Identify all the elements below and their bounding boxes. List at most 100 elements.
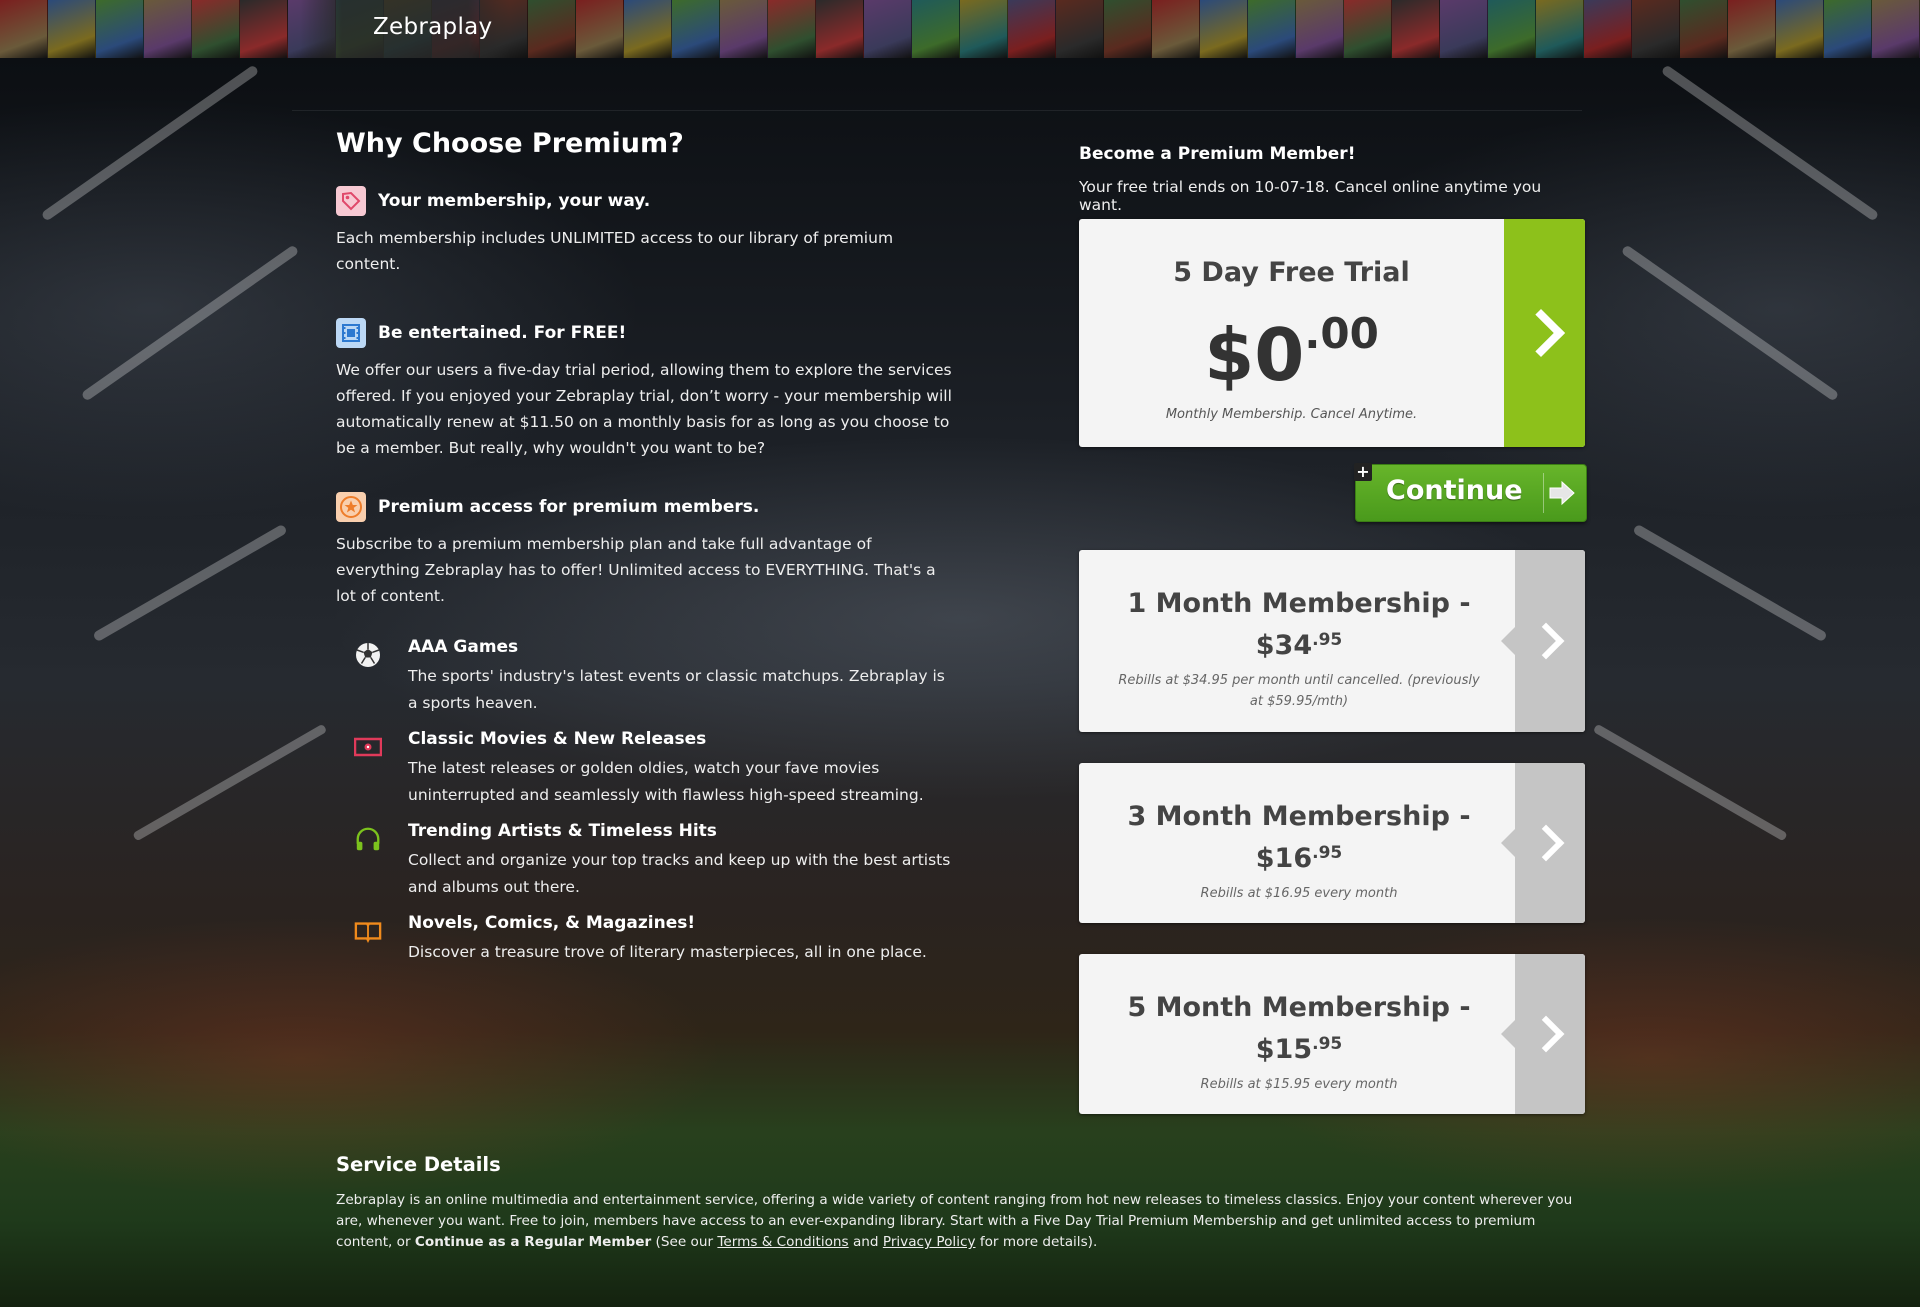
poster-thumbnail [240,0,288,58]
membership-heading: Become a Premium Member! [1079,144,1356,164]
book-icon [354,917,382,945]
terms-link[interactable]: Terms & Conditions [717,1234,848,1250]
poster-thumbnail [1296,0,1344,58]
chevron-right-icon [1516,308,1565,358]
continue-button[interactable]: + Continue [1354,463,1587,522]
item-title: Novels, Comics, & Magazines! [408,913,696,933]
poster-thumbnail [144,0,192,58]
select-plan-arrow[interactable] [1504,219,1585,447]
plan-price: $16.95 [1079,835,1519,877]
service-details: Service Details Zebraplay is an online m… [336,1153,1586,1253]
plan-card-1-month[interactable]: 1 Month Membership - $34.95 Rebills at $… [1079,550,1585,732]
plan-note: Monthly Membership. Cancel Anytime. [1165,407,1418,422]
plan-note: Rebills at $34.95 per month until cancel… [1118,673,1480,709]
feature-title: Be entertained. For FREE! [378,323,627,343]
feature-title: Premium access for premium members. [378,497,760,517]
why-premium-section: Why Choose Premium? Your membership, you… [336,128,956,966]
poster-thumbnail [1008,0,1056,58]
movie-ticket-icon [354,733,382,761]
plan-title: 3 Month Membership - [1127,801,1471,832]
feature-premium-access: Premium access for premium members. Subs… [336,491,956,609]
select-plan-arrow[interactable] [1501,763,1585,923]
content-item-games: AAA Games The sports' industry's latest … [336,637,956,717]
select-plan-arrow[interactable] [1501,954,1585,1114]
poster-thumbnail [1488,0,1536,58]
poster-thumbnail [816,0,864,58]
poster-banner: Zebraplay [0,0,1920,58]
content-item-movies: Classic Movies & New Releases The latest… [336,729,956,809]
plan-note: Rebills at $16.95 every month [1200,886,1398,901]
continue-label: Continue [1386,475,1523,506]
poster-thumbnail [1392,0,1440,58]
feature-membership: Your membership, your way. Each membersh… [336,185,956,277]
content-item-books: Novels, Comics, & Magazines! Discover a … [336,913,956,966]
item-text: Collect and organize your top tracks and… [408,851,951,896]
brand-logo[interactable]: Zebraplay [373,14,492,40]
chevron-right-icon [1527,824,1565,862]
plan-title: 1 Month Membership - [1127,588,1471,619]
poster-thumbnail [1728,0,1776,58]
poster-thumbnail [768,0,816,58]
feature-text: Each membership includes UNLIMITED acces… [336,229,894,273]
poster-thumbnail [864,0,912,58]
plan-price: $15.95 [1079,1026,1519,1068]
feature-free: Be entertained. For FREE! We offer our u… [336,317,956,461]
plan-title: 5 Month Membership - [1127,992,1471,1023]
item-title: Classic Movies & New Releases [408,729,707,749]
poster-row [0,0,1920,58]
price-main: $34 [1255,630,1313,661]
price-main: $0 [1204,313,1305,397]
poster-thumbnail [624,0,672,58]
poster-thumbnail [1824,0,1872,58]
poster-thumbnail [1872,0,1920,58]
plan-title: 5 Day Free Trial [1173,257,1410,288]
plan-card-3-month[interactable]: 3 Month Membership - $16.95 Rebills at $… [1079,763,1585,923]
section-heading: Why Choose Premium? [336,128,684,159]
poster-thumbnail [720,0,768,58]
feature-text: We offer our users a five-day trial peri… [336,361,952,457]
feature-text: Subscribe to a premium membership plan a… [336,535,936,605]
soccer-ball-icon [354,641,382,669]
poster-thumbnail [96,0,144,58]
regular-member-text: Continue as a Regular Member [414,1234,652,1250]
privacy-link[interactable]: Privacy Policy [883,1234,976,1250]
chevron-right-icon [1527,1015,1565,1053]
poster-thumbnail [1440,0,1488,58]
price-main: $15 [1255,1034,1313,1065]
poster-thumbnail [1152,0,1200,58]
price-cents: .00 [1304,309,1379,358]
service-heading: Service Details [336,1153,501,1176]
poster-thumbnail [1056,0,1104,58]
poster-thumbnail [576,0,624,58]
item-text: The latest releases or golden oldies, wa… [408,759,924,804]
plan-price: $34.95 [1079,622,1519,664]
poster-thumbnail [1200,0,1248,58]
plan-card-free-trial[interactable]: 5 Day Free Trial $0.00 Monthly Membershi… [1079,219,1585,447]
plus-icon: + [1354,463,1372,481]
plan-card-5-month[interactable]: 5 Month Membership - $15.95 Rebills at $… [1079,954,1585,1114]
poster-thumbnail [192,0,240,58]
poster-thumbnail [912,0,960,58]
item-title: Trending Artists & Timeless Hits [408,821,717,841]
poster-thumbnail [1584,0,1632,58]
divider [292,110,1582,111]
select-plan-arrow[interactable] [1501,550,1585,732]
item-title: AAA Games [408,637,519,657]
chevron-right-icon [1527,622,1565,660]
poster-thumbnail [528,0,576,58]
service-text: Zebraplay is an online multimedia and en… [336,1190,1586,1253]
poster-thumbnail [1680,0,1728,58]
poster-thumbnail [1632,0,1680,58]
content-item-music: Trending Artists & Timeless Hits Collect… [336,821,956,901]
plan-note: Rebills at $15.95 every month [1200,1077,1398,1092]
service-and-text: and [852,1234,879,1250]
item-text: The sports' industry's latest events or … [408,667,945,712]
feature-title: Your membership, your way. [378,191,651,211]
star-icon [336,492,366,522]
membership-section: Become a Premium Member! Your free trial… [1079,144,1585,214]
poster-thumbnail [1344,0,1392,58]
poster-thumbnail [0,0,48,58]
stadium-lights [42,66,1878,840]
price-cents: .95 [1312,630,1343,650]
arrow-right-icon [1543,473,1580,513]
